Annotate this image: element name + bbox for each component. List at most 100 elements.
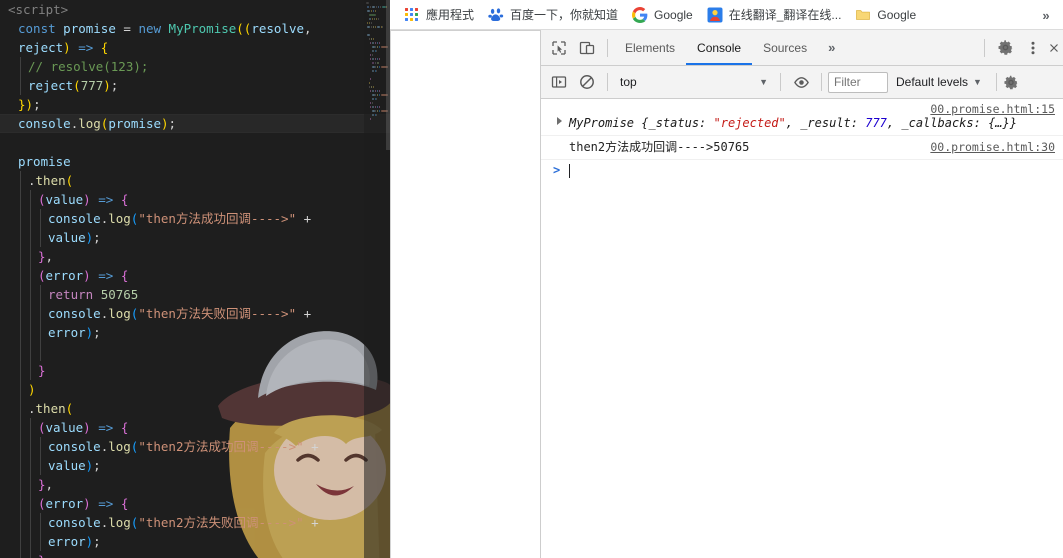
indent-guide bbox=[30, 475, 31, 494]
minimap-mark bbox=[377, 94, 379, 96]
code-token: error bbox=[45, 268, 84, 283]
code-editor[interactable]: <script> const promise = new MyPromise((r… bbox=[0, 0, 390, 558]
minimap-mark bbox=[379, 58, 381, 60]
indent-guide bbox=[20, 266, 21, 285]
three-dot-menu-icon[interactable] bbox=[1019, 34, 1047, 62]
bookmarks-overflow-button[interactable]: » bbox=[1035, 0, 1057, 29]
minimap-mark bbox=[376, 26, 380, 28]
code-line-text: }, bbox=[2, 249, 53, 264]
minimap-mark bbox=[371, 110, 375, 112]
bookmark-baidu[interactable]: 百度一下，你就知道 bbox=[482, 3, 626, 26]
code-token: ) bbox=[161, 116, 169, 131]
more-tabs-button[interactable]: » bbox=[818, 40, 845, 55]
code-line: console.log("then方法成功回调---->" + bbox=[0, 209, 390, 228]
object-mid: , _result: bbox=[785, 116, 866, 130]
code-token: (( bbox=[236, 21, 252, 36]
close-icon[interactable] bbox=[1047, 34, 1061, 62]
code-token: ( bbox=[65, 173, 74, 188]
code-token: ( bbox=[38, 192, 46, 207]
code-line bbox=[0, 133, 390, 152]
code-line-text: console.log("then2方法成功回调---->" + bbox=[2, 439, 319, 454]
device-toggle-icon[interactable] bbox=[573, 34, 601, 62]
bookmarks-bar[interactable]: 應用程式 百度一下，你就知道 Google 在线翻译_翻译在线... Googl… bbox=[390, 0, 1063, 30]
code-token: ; bbox=[93, 458, 101, 473]
minimap-mark bbox=[370, 78, 372, 80]
console-source-link[interactable]: 00.promise.html:15 bbox=[930, 101, 1055, 118]
minimap-mark bbox=[379, 106, 381, 108]
translate-icon bbox=[707, 7, 723, 23]
code-line-text: promise bbox=[2, 154, 71, 169]
console-context-value: top bbox=[620, 75, 637, 89]
console-prompt[interactable]: > bbox=[541, 160, 1063, 182]
indent-guide bbox=[20, 418, 21, 437]
code-token: ) bbox=[83, 496, 91, 511]
console-source-link[interactable]: 00.promise.html:30 bbox=[930, 139, 1055, 156]
code-token: ( bbox=[38, 268, 46, 283]
code-token: ( bbox=[73, 78, 81, 93]
console-settings-gear-icon[interactable] bbox=[1003, 68, 1019, 96]
code-token: ; bbox=[33, 97, 41, 112]
bookmark-apps[interactable]: 應用程式 bbox=[398, 3, 482, 26]
tab-elements[interactable]: Elements bbox=[614, 30, 686, 65]
console-sidebar-icon[interactable] bbox=[545, 68, 573, 96]
code-token: "then2方法失败回调---->" bbox=[138, 515, 304, 530]
code-line: // resolve(123); bbox=[0, 57, 390, 76]
console-message-object[interactable]: 00.promise.html:15 MyPromise {_status: "… bbox=[541, 99, 1063, 136]
code-token: ) bbox=[28, 382, 36, 397]
code-token: ) bbox=[103, 78, 111, 93]
minimap-mark bbox=[371, 114, 374, 116]
tab-sources[interactable]: Sources bbox=[752, 30, 818, 65]
editor-code-lines[interactable]: <script> const promise = new MyPromise((r… bbox=[0, 0, 390, 558]
console-message-text[interactable]: 00.promise.html:30 then2方法成功回调---->50765 bbox=[541, 136, 1063, 160]
minimap-mark bbox=[367, 26, 371, 28]
toolbar-divider-right bbox=[984, 38, 985, 57]
gear-icon[interactable] bbox=[991, 34, 1019, 62]
code-line: const promise = new MyPromise((resolve, bbox=[0, 19, 390, 38]
live-expression-eye-icon[interactable] bbox=[787, 68, 815, 96]
minimap-mark bbox=[376, 106, 379, 108]
indent-guide bbox=[20, 361, 21, 380]
minimap-mark bbox=[374, 42, 376, 44]
clear-console-icon[interactable] bbox=[573, 68, 601, 96]
chevron-down-icon: ▼ bbox=[973, 77, 982, 87]
bookmark-folder-google[interactable]: Google bbox=[849, 4, 924, 26]
expand-triangle-icon[interactable] bbox=[557, 117, 562, 125]
devtools-tabbar: Elements Console Sources » bbox=[541, 30, 1063, 66]
code-token: error bbox=[48, 325, 86, 340]
minimap-mark bbox=[377, 46, 379, 48]
minimap-mark bbox=[376, 114, 378, 116]
minimap-mark bbox=[372, 42, 375, 44]
editor-scrollbar-thumb[interactable] bbox=[386, 0, 390, 150]
inspect-cursor-icon[interactable] bbox=[545, 34, 573, 62]
indent-guide bbox=[20, 171, 21, 190]
code-token: , bbox=[45, 477, 54, 492]
minimap-mark bbox=[379, 6, 381, 8]
console-message-list[interactable]: 00.promise.html:15 MyPromise {_status: "… bbox=[541, 99, 1063, 558]
minimap-mark bbox=[367, 34, 371, 36]
code-line-text: reject) => { bbox=[2, 40, 108, 55]
minimap-mark bbox=[376, 70, 378, 72]
filter-input[interactable] bbox=[828, 71, 888, 93]
log-levels-selector[interactable]: Default levels ▼ bbox=[888, 75, 990, 89]
indent-guide bbox=[20, 228, 21, 247]
bookmark-translate[interactable]: 在线翻译_翻译在线... bbox=[701, 3, 850, 26]
bookmark-google[interactable]: Google bbox=[626, 4, 701, 26]
indent-guide bbox=[20, 304, 21, 323]
minimap-mark bbox=[375, 10, 376, 12]
code-token: "then方法失败回调---->" bbox=[138, 306, 297, 321]
code-token: { bbox=[120, 420, 129, 435]
minimap-mark bbox=[381, 6, 386, 8]
code-token: log bbox=[108, 515, 131, 530]
code-line: } bbox=[0, 551, 390, 558]
code-token: reject bbox=[18, 40, 64, 55]
code-token: } bbox=[38, 553, 46, 558]
code-token: ( bbox=[38, 420, 46, 435]
code-line: console.log("then方法失败回调---->" + bbox=[0, 304, 390, 323]
tab-console[interactable]: Console bbox=[686, 30, 753, 65]
indent-guide bbox=[30, 532, 31, 551]
console-context-selector[interactable]: top ▼ bbox=[614, 72, 774, 93]
filterbar-divider-3 bbox=[821, 73, 822, 91]
indent-guide bbox=[30, 266, 31, 285]
